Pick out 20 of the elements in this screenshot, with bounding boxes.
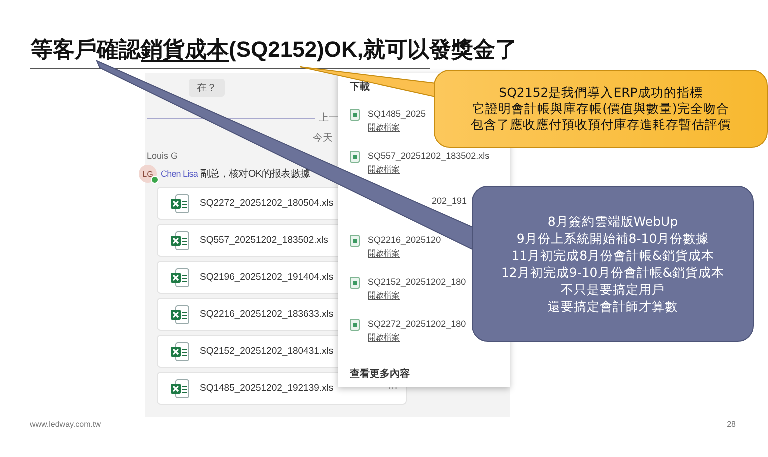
date-label: 今天	[313, 132, 333, 145]
message-text: Chen Lisa 副总，核对OK的报表數據	[161, 168, 310, 181]
callout-text: 不只是要搞定用戶	[561, 281, 665, 298]
download-file-name: 202_191	[432, 196, 468, 206]
callout-text: 8月簽約雲端版WebUp	[548, 213, 678, 230]
avatar: LG	[139, 165, 157, 183]
callout-text: 包含了應收應付預收預付庫存進耗存暫估評價	[471, 117, 731, 133]
download-file-name: SQ557_20251202_183502.xls	[368, 151, 490, 161]
callout-text: 它證明會計帳與庫存帳(價值與數量)完全吻合	[472, 101, 730, 117]
sender-name: Louis G	[147, 151, 178, 161]
slide-title: 等客戶確認銷貨成本(SQ2152)OK,就可以發獎金了	[31, 36, 518, 64]
callout-text: 還要搞定會計師才算數	[548, 298, 678, 315]
callout-text: SQ2152是我們導入ERP成功的指標	[499, 85, 703, 101]
callout-text: 11月初完成8月份會計帳&銷貨成本	[512, 247, 714, 264]
callout-text: 9月份上系統開始補8-10月份數據	[516, 230, 710, 247]
page-number: 28	[727, 420, 736, 429]
callout-text: 12月初完成9-10月份會計帳&銷貨成本	[501, 264, 725, 281]
download-file-name: SQ1485_2025	[368, 109, 426, 119]
footer-url: www.ledway.com.tw	[30, 420, 101, 429]
message-bubble: 在？	[189, 79, 225, 97]
